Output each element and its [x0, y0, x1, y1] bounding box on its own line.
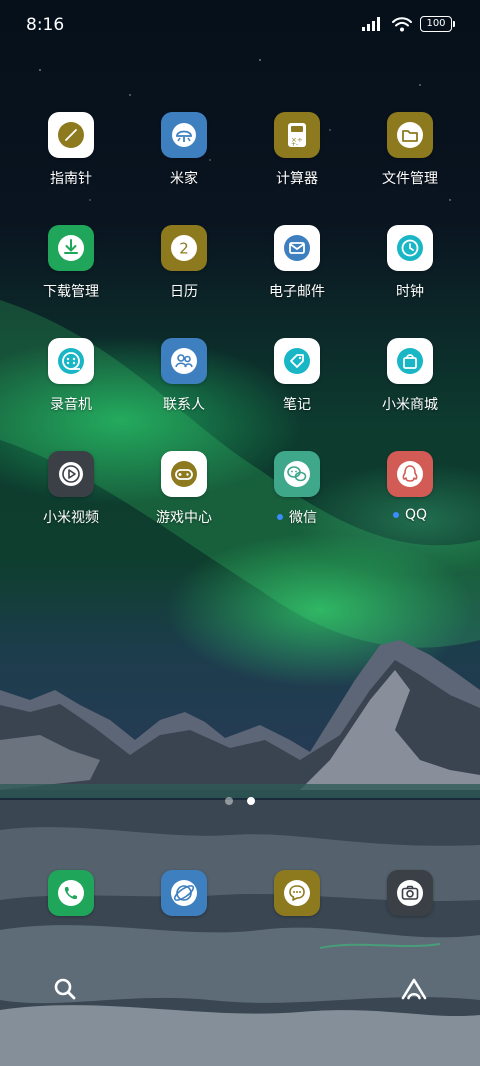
phone-icon[interactable] — [48, 870, 94, 916]
svg-text:+-: +- — [291, 141, 298, 148]
app-label: 小米商城 — [382, 397, 438, 413]
qq-penguin-icon — [387, 451, 433, 497]
wifi-icon — [392, 16, 412, 31]
messages-icon[interactable] — [274, 870, 320, 916]
app-label: 笔记 — [283, 397, 311, 413]
app-wechat[interactable]: 微信 — [247, 449, 347, 527]
app-downloads[interactable]: 下载管理 — [21, 223, 121, 301]
app-label: 文件管理 — [382, 171, 438, 187]
battery-icon: 100 — [420, 16, 455, 32]
app-label: 游戏中心 — [156, 510, 212, 526]
app-label: 指南针 — [50, 171, 92, 187]
download-icon — [48, 225, 94, 271]
app-contacts[interactable]: 联系人 — [134, 336, 234, 414]
app-label: 微信 — [247, 507, 347, 527]
app-mi-video[interactable]: 小米视频 — [21, 449, 121, 527]
shopping-bag-icon — [387, 338, 433, 384]
calendar-icon: 2 — [161, 225, 207, 271]
app-label: 小米视频 — [43, 510, 99, 526]
app-email[interactable]: 电子邮件 — [247, 223, 347, 301]
app-qq[interactable]: QQ — [360, 449, 460, 523]
svg-text:2: 2 — [179, 240, 189, 258]
notes-icon — [274, 338, 320, 384]
app-label: 录音机 — [50, 397, 92, 413]
app-label-text: QQ — [404, 507, 428, 523]
app-label-text: 微信 — [289, 510, 317, 526]
smart-home-icon — [161, 112, 207, 158]
app-mi-store[interactable]: 小米商城 — [360, 336, 460, 414]
app-clock[interactable]: 时钟 — [360, 223, 460, 301]
calculator-icon: ×÷ +- — [274, 112, 320, 158]
wechat-icon — [274, 451, 320, 497]
clock-icon — [387, 225, 433, 271]
app-row: 小米视频 游戏中心 微信 QQ — [0, 449, 480, 562]
app-label: 米家 — [170, 171, 198, 187]
app-compass[interactable]: 指南针 — [21, 110, 121, 188]
app-label: 日历 — [170, 284, 198, 300]
email-icon — [274, 225, 320, 271]
app-recorder[interactable]: 录音机 — [21, 336, 121, 414]
browser-icon[interactable] — [161, 870, 207, 916]
app-game-center[interactable]: 游戏中心 — [134, 449, 234, 527]
camera-icon[interactable] — [387, 870, 433, 916]
folder-icon — [387, 112, 433, 158]
signal-icon — [362, 17, 380, 31]
new-badge — [392, 512, 399, 518]
app-calendar[interactable]: 2 日历 — [134, 223, 234, 301]
app-label: 时钟 — [396, 284, 424, 300]
status-time: 8:16 — [26, 15, 65, 35]
gamepad-icon — [161, 451, 207, 497]
app-row: 指南针 米家 ×÷ +- 计算器 文件管理 — [0, 110, 480, 223]
status-icons: 100 — [362, 16, 455, 32]
app-row: 录音机 联系人 笔记 小米商城 — [0, 336, 480, 449]
status-bar: 8:16 100 — [0, 0, 480, 52]
assistant-icon[interactable] — [397, 972, 431, 1006]
dock — [0, 870, 480, 920]
new-badge — [277, 514, 283, 520]
page-dot[interactable] — [225, 797, 233, 805]
app-notes[interactable]: 笔记 — [247, 336, 347, 414]
app-label: 电子邮件 — [269, 284, 325, 300]
page-dot-active[interactable] — [247, 797, 255, 805]
recorder-icon — [48, 338, 94, 384]
app-label: 计算器 — [276, 171, 318, 187]
bottom-actions — [0, 972, 480, 1006]
app-mijia[interactable]: 米家 — [134, 110, 234, 188]
search-icon[interactable] — [48, 972, 82, 1006]
app-row: 下载管理 2 日历 电子邮件 时钟 — [0, 223, 480, 336]
app-label: QQ — [360, 507, 460, 523]
contacts-icon — [161, 338, 207, 384]
app-calculator[interactable]: ×÷ +- 计算器 — [247, 110, 347, 188]
page-indicator[interactable] — [0, 797, 480, 805]
app-label: 下载管理 — [43, 284, 99, 300]
app-label: 联系人 — [163, 397, 205, 413]
app-grid: 指南针 米家 ×÷ +- 计算器 文件管理 下载管理 2 日历 电子邮件 时钟 … — [0, 110, 480, 562]
compass-icon — [48, 112, 94, 158]
app-files[interactable]: 文件管理 — [360, 110, 460, 188]
video-play-icon — [48, 451, 94, 497]
